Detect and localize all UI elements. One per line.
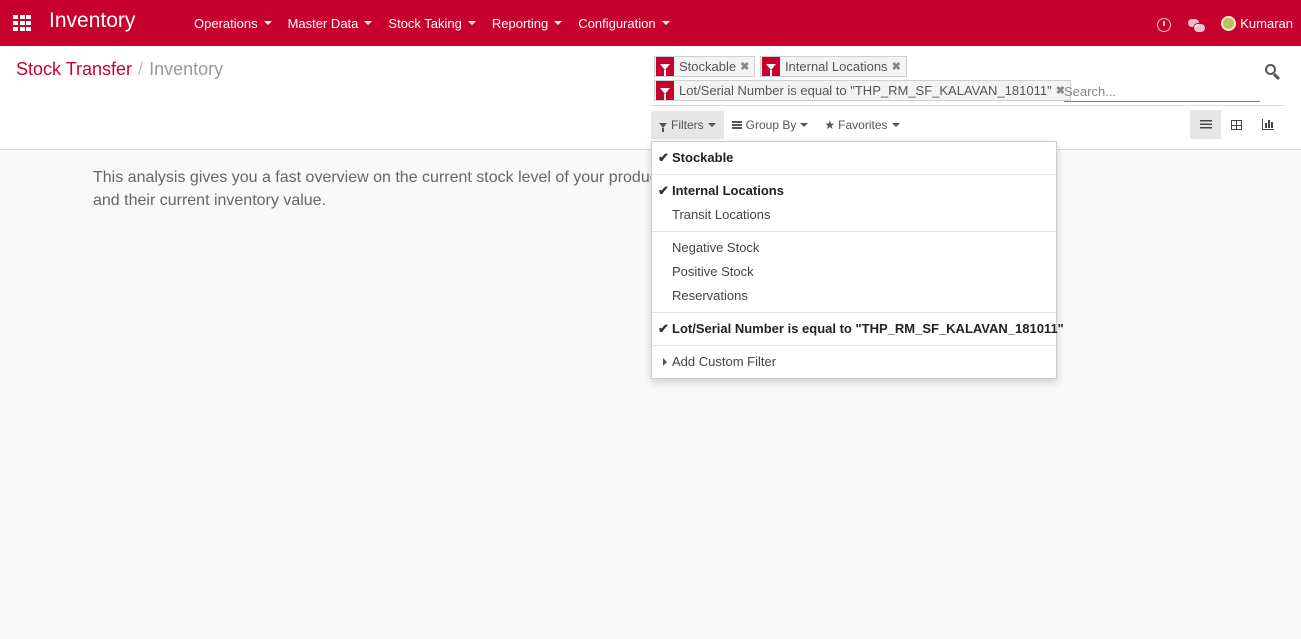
check-icon: ✔ [658,183,669,198]
breadcrumb-current: Inventory [149,59,224,79]
caret-right-icon [663,358,667,366]
search-facet-internal-locations: Internal Locations ✖ [759,56,907,77]
list-view-button[interactable] [1190,110,1221,139]
menu-stock-taking[interactable]: Stock Taking [380,16,483,31]
graph-view-button[interactable] [1252,110,1283,139]
filter-item-lot-serial[interactable]: ✔ Lot/Serial Number is equal to "THP_RM_… [652,317,1064,341]
caret-down-icon [263,21,272,25]
activity-clock-icon[interactable] [1157,17,1172,32]
menu-operations[interactable]: Operations [186,16,280,31]
caret-down-icon [800,123,809,127]
caret-down-icon [467,21,476,25]
app-title[interactable]: Inventory [49,9,135,33]
user-avatar[interactable] [1221,15,1237,31]
search-input[interactable] [1064,81,1260,102]
filter-item-stockable[interactable]: ✔ Stockable [652,146,1056,170]
graph-view-icon [1261,119,1274,130]
search-options: Filters Group By ★ Favorites [651,111,908,139]
pivot-view-button[interactable] [1221,110,1252,139]
caret-down-icon [554,21,563,25]
group-by-icon [731,121,742,129]
filter-group: Add Custom Filter [652,346,1056,378]
filter-icon [656,81,674,100]
search-view: Stockable ✖ Internal Locations ✖ Lot/Ser… [654,56,1261,104]
breadcrumb-separator: / [138,59,144,79]
main-menu: Operations Master Data Stock Taking Repo… [186,0,678,46]
view-switcher [1190,110,1283,139]
facet-remove-icon[interactable]: ✖ [740,60,749,73]
filter-item-internal-locations[interactable]: ✔ Internal Locations [652,179,1056,203]
caret-down-icon [661,21,670,25]
menu-master-data[interactable]: Master Data [280,16,381,31]
filter-item-transit-locations[interactable]: Transit Locations [652,203,1056,227]
user-menu-name[interactable]: Kumaran [1240,16,1293,31]
filters-dropdown-menu: ✔ Stockable ✔ Internal Locations Transit… [651,141,1064,379]
filter-icon [659,122,667,132]
filter-item-negative-stock[interactable]: Negative Stock [652,236,1056,260]
filter-group: ✔ Lot/Serial Number is equal to "THP_RM_… [652,313,1064,346]
messaging-chat-icon[interactable] [1188,19,1207,33]
caret-down-icon [891,123,900,127]
check-icon: ✔ [658,321,669,336]
breadcrumb-stock-transfer[interactable]: Stock Transfer [16,59,132,79]
search-divider [650,105,1285,106]
filter-group: Negative Stock Positive Stock Reservatio… [652,232,1056,313]
facet-remove-icon[interactable]: ✖ [892,60,901,73]
menu-reporting[interactable]: Reporting [484,16,570,31]
breadcrumb: Stock Transfer / Inventory [16,59,223,80]
control-panel: Stock Transfer / Inventory Stockable ✖ Int… [0,46,1301,150]
star-icon: ★ [824,118,836,132]
menu-configuration[interactable]: Configuration [570,16,677,31]
help-text: This analysis gives you a fast overview … [93,169,671,209]
caret-down-icon [707,123,716,127]
filter-group: ✔ Stockable [652,142,1056,175]
list-view-icon [1199,120,1212,129]
top-navbar: Inventory Operations Master Data Stock T… [0,0,1301,46]
group-by-button[interactable]: Group By [724,111,817,139]
favorites-button[interactable]: ★ Favorites [816,111,907,139]
filter-item-reservations[interactable]: Reservations [652,284,1056,308]
apps-menu-icon[interactable] [13,15,31,31]
filter-icon [761,57,780,76]
caret-down-icon [364,21,373,25]
search-facet-stockable: Stockable ✖ [654,56,756,77]
search-facet-lot-serial: Lot/Serial Number is equal to "THP_RM_SF… [654,80,1071,101]
filter-group: ✔ Internal Locations Transit Locations [652,175,1056,232]
filters-button[interactable]: Filters [651,111,724,139]
search-icon[interactable] [1264,63,1282,81]
add-custom-filter[interactable]: Add Custom Filter [652,350,1056,374]
filter-item-positive-stock[interactable]: Positive Stock [652,260,1056,284]
pivot-view-icon [1231,119,1242,130]
filter-icon [656,57,674,76]
check-icon: ✔ [658,150,669,165]
systray: Kumaran [1157,0,1293,46]
